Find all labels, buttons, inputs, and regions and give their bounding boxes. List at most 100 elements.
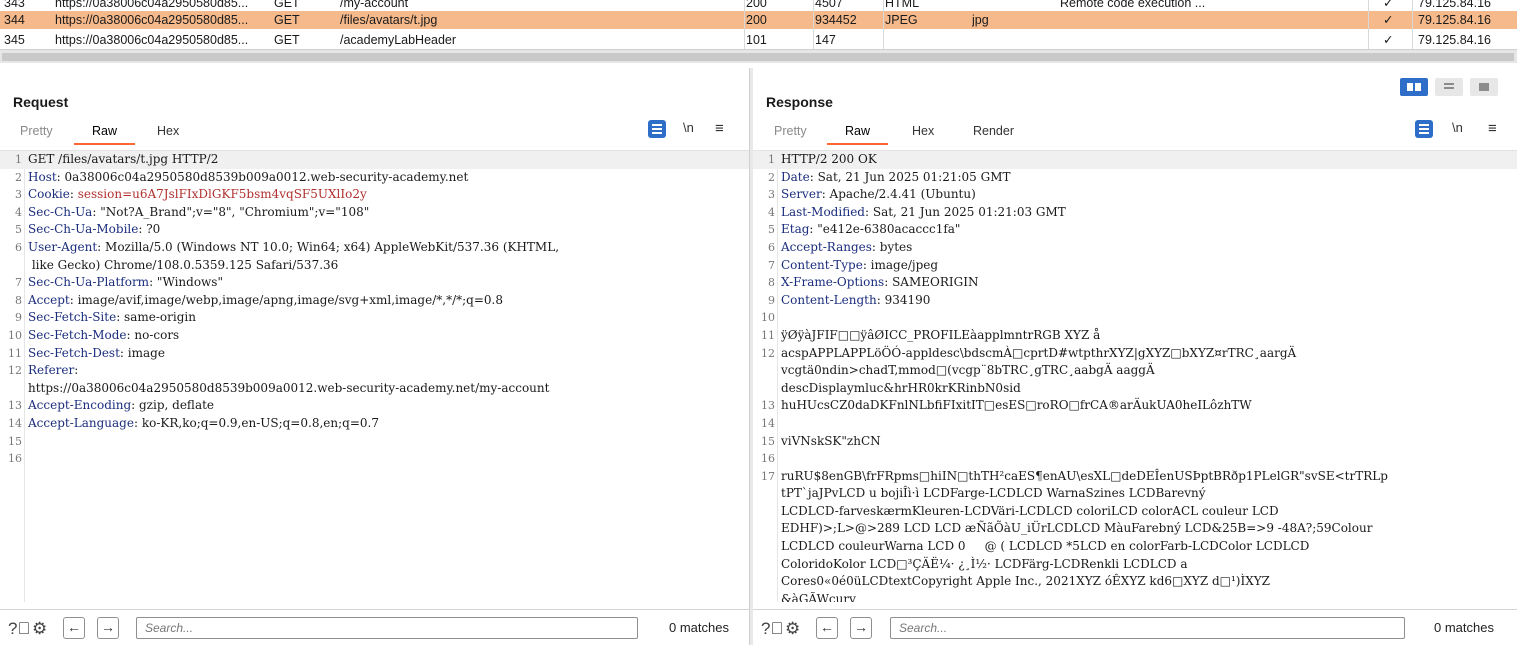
editor-line: 4 Last-Modified: Sat, 21 Jun 2025 01:21:0… — [753, 204, 1517, 222]
line-text: LCDLCD couleurWarna LCD 0 @ ( LCDLCD *5L… — [781, 539, 1310, 554]
line-number: 4 — [768, 205, 775, 219]
history-horizontal-scrollbar[interactable] — [0, 49, 1517, 63]
tab-hex[interactable]: Hex — [155, 123, 181, 145]
history-cell-status: 200 — [746, 13, 767, 27]
tab-hex[interactable]: Hex — [910, 123, 936, 145]
history-cell-status: 101 — [746, 33, 767, 47]
line-text: like Gecko) Chrome/108.0.5359.125 Safari… — [28, 257, 339, 272]
editor-line: 4 Sec-Ch-Ua: "Not?A_Brand";v="8", "Chromi… — [0, 204, 749, 222]
column-divider — [744, 0, 745, 49]
match-count: 0 matches — [669, 620, 729, 635]
header-name: Sec-Fetch-Dest — [28, 345, 120, 360]
line-number: 2 — [768, 170, 775, 184]
line-text: ColoridoKolor LCD□³ÇÄË¼· ¿¸Ì½· LCDFärg-L… — [781, 556, 1188, 571]
gear-icon[interactable]: ⚙ — [785, 619, 800, 639]
history-cell-num: 345 — [4, 33, 25, 47]
line-number: 8 — [15, 293, 22, 307]
show-newlines-icon[interactable]: \n — [683, 120, 694, 135]
editor-line: 2 Host: 0a38006c04a2950580d8539b009a0012.… — [0, 169, 749, 187]
line-number: 10 — [761, 311, 775, 325]
header-name: Sec-Ch-Ua — [28, 204, 93, 219]
show-newlines-icon[interactable]: \n — [1452, 120, 1463, 135]
line-number: 14 — [8, 416, 22, 430]
request-lines: 1 GET /files/avatars/t.jpg HTTP/2 2 Host: 0… — [0, 151, 749, 468]
history-cell-url: /files/avatars/t.jpg — [340, 13, 438, 27]
header-separator: : — [119, 345, 128, 360]
history-row[interactable]: 345 https://0a38006c04a2950580d85... GET/a… — [0, 31, 1517, 49]
tab-pretty[interactable]: Pretty — [18, 123, 55, 145]
header-separator: : — [821, 187, 830, 202]
editor-line: 5 Sec-Ch-Ua-Mobile: ?0 — [0, 221, 749, 239]
arrow-left-icon[interactable]: ← — [63, 617, 85, 639]
response-pane: Response Pretty Raw Hex Render \n ≡ 1 HTT… — [753, 68, 1517, 645]
editor-line: &àGÃWcurv — [753, 591, 1517, 602]
side-by-side-layout-icon[interactable] — [1400, 78, 1428, 96]
tab-pretty[interactable]: Pretty — [772, 123, 809, 145]
history-cell-mime: JPEG — [885, 13, 918, 27]
help-icon[interactable]: ?⃝ — [761, 619, 783, 639]
editor-line: 6 Accept-Ranges: bytes — [753, 239, 1517, 257]
line-number: 15 — [761, 434, 775, 448]
line-number: 1 — [15, 153, 22, 166]
header-name: Accept-Ranges — [781, 239, 872, 254]
line-number: 2 — [15, 170, 22, 184]
tab-raw[interactable]: Raw — [74, 123, 136, 145]
gear-icon[interactable]: ⚙ — [32, 619, 47, 639]
stacked-layout-icon[interactable] — [1435, 78, 1463, 96]
history-cell-url: /academyLabHeader — [340, 33, 457, 47]
history-row[interactable]: 344 https://0a38006c04a2950580d85... GET/f… — [0, 11, 1517, 29]
history-cell-host: https://0a38006c04a2950580d85... — [55, 13, 249, 27]
editor-line: 2 Date: Sat, 21 Jun 2025 01:21:05 GMT — [753, 169, 1517, 187]
header-name: Accept-Language — [28, 415, 134, 430]
request-editor[interactable]: 1 GET /files/avatars/t.jpg HTTP/2 2 Host: 0… — [0, 150, 749, 602]
history-cell-ip: 79.125.84.16 — [1418, 33, 1491, 47]
arrow-left-icon[interactable]: ← — [816, 617, 838, 639]
header-separator: : — [69, 292, 78, 307]
header-name: Accept-Encoding — [28, 398, 132, 413]
menu-icon[interactable]: ≡ — [715, 120, 724, 137]
header-value: gzip, deflate — [139, 398, 215, 413]
editor-line: LCDLCD couleurWarna LCD 0 @ ( LCDLCD *5L… — [753, 538, 1517, 556]
tab-raw[interactable]: Raw — [827, 123, 889, 145]
column-divider — [1368, 0, 1369, 49]
editor-line: 10 — [753, 309, 1517, 327]
column-divider — [1412, 0, 1413, 49]
column-divider — [813, 0, 814, 49]
editor-line: 6 User-Agent: Mozilla/5.0 (Windows NT 10.… — [0, 239, 749, 257]
response-editor[interactable]: 1 HTTP/2 200 OK 2 Date: Sat, 21 Jun 2025 01… — [753, 150, 1517, 602]
wrap-lines-icon[interactable] — [1415, 120, 1433, 138]
editor-line: 14 — [753, 415, 1517, 433]
menu-icon[interactable]: ≡ — [1488, 120, 1497, 137]
arrow-right-icon[interactable]: → — [97, 617, 119, 639]
editor-line: https://0a38006c04a2950580d8539b009a0012… — [0, 380, 749, 398]
editor-line: tPT`jaJPvLCD u bojiÎì·ì LCDFarge-LCDLCD … — [753, 485, 1517, 503]
header-separator: : — [133, 415, 142, 430]
header-name: Server — [781, 187, 822, 202]
line-number: 4 — [15, 205, 22, 219]
arrow-right-icon[interactable]: → — [850, 617, 872, 639]
line-text: &àGÃWcurv — [781, 591, 856, 602]
line-number: 3 — [768, 188, 775, 202]
header-name: Host — [28, 169, 57, 184]
editor-line: 3 Cookie: session=u6A7JslFIxDlGKF5bsm4vqS… — [0, 186, 749, 204]
header-name: User-Agent — [28, 239, 98, 254]
search-input[interactable]: Search... — [890, 617, 1405, 639]
header-value: ko-KR,ko;q=0.9,en-US;q=0.8,en;q=0.7 — [141, 415, 379, 430]
help-icon[interactable]: ?⃝ — [8, 619, 30, 639]
header-value: SAMEORIGIN — [892, 275, 979, 290]
tab-render[interactable]: Render — [971, 123, 1016, 145]
search-input[interactable]: Search... — [136, 617, 638, 639]
tabbed-layout-icon[interactable] — [1470, 78, 1498, 96]
editor-line: like Gecko) Chrome/108.0.5359.125 Safari… — [0, 257, 749, 275]
scrollbar-thumb[interactable] — [2, 53, 1514, 61]
wrap-lines-icon[interactable] — [648, 120, 666, 138]
editor-line: 3 Server: Apache/2.4.41 (Ubuntu) — [753, 186, 1517, 204]
editor-line: 14 Accept-Language: ko-KR,ko;q=0.9,en-US;… — [0, 415, 749, 433]
line-text: https://0a38006c04a2950580d8539b009a0012… — [28, 380, 550, 395]
header-separator: : — [884, 275, 893, 290]
line-number: 13 — [8, 399, 22, 413]
editor-line: 12 acspAPPLAPPLöÖÓ-appldesc\bdscmÀ□cprtD#… — [753, 345, 1517, 363]
header-separator: : — [871, 239, 880, 254]
line-number: 16 — [761, 452, 775, 466]
header-value: image — [127, 345, 165, 360]
